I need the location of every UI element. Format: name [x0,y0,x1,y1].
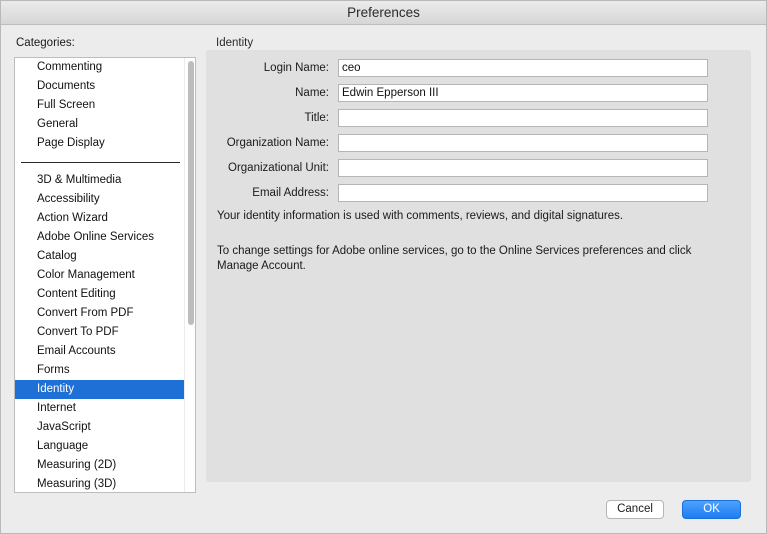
categories-list[interactable]: Commenting Documents Full Screen General… [14,57,196,493]
category-item-accessibility[interactable]: Accessibility [15,190,185,209]
category-item-content-editing[interactable]: Content Editing [15,285,185,304]
name-field[interactable] [338,84,708,102]
title-field[interactable] [338,109,708,127]
category-item-measuring-2d[interactable]: Measuring (2D) [15,456,185,475]
email-address-label: Email Address: [252,187,329,199]
section-title: Identity [216,37,254,49]
ok-button[interactable]: OK [682,500,741,519]
online-services-note: To change settings for Adobe online serv… [217,245,692,272]
login-name-label: Login Name: [263,62,329,74]
organization-name-label: Organization Name: [226,137,329,149]
categories-label: Categories: [16,37,75,49]
organizational-unit-field[interactable] [338,159,708,177]
category-item-language[interactable]: Language [15,437,185,456]
cancel-button[interactable]: Cancel [606,500,664,519]
category-item-email-accounts[interactable]: Email Accounts [15,342,185,361]
name-label: Name: [295,87,329,99]
category-item-3d-multimedia[interactable]: 3D & Multimedia [15,171,185,190]
organization-name-field[interactable] [338,134,708,152]
organizational-unit-label: Organizational Unit: [228,162,329,174]
category-item-measuring-3d[interactable]: Measuring (3D) [15,475,185,492]
category-item-javascript[interactable]: JavaScript [15,418,185,437]
category-item-documents[interactable]: Documents [15,77,185,96]
login-name-field[interactable] [338,59,708,77]
category-item-forms[interactable]: Forms [15,361,185,380]
preferences-window: Preferences Categories: Commenting Docum… [0,0,767,534]
window-title: Preferences [1,1,766,25]
category-divider [21,162,180,163]
category-item-internet[interactable]: Internet [15,399,185,418]
title-label: Title: [304,112,330,124]
category-item-catalog[interactable]: Catalog [15,247,185,266]
category-item-identity[interactable]: Identity [15,380,185,399]
category-item-convert-from-pdf[interactable]: Convert From PDF [15,304,185,323]
email-address-field[interactable] [338,184,708,202]
identity-info-text: Your identity information is used with c… [217,210,624,222]
category-item-adobe-online-services[interactable]: Adobe Online Services [15,228,185,247]
category-item-commenting[interactable]: Commenting [15,58,185,77]
category-item-color-management[interactable]: Color Management [15,266,185,285]
category-item-convert-to-pdf[interactable]: Convert To PDF [15,323,185,342]
category-item-action-wizard[interactable]: Action Wizard [15,209,185,228]
category-item-page-display[interactable]: Page Display [15,134,185,153]
category-item-full-screen[interactable]: Full Screen [15,96,185,115]
category-item-general[interactable]: General [15,115,185,134]
